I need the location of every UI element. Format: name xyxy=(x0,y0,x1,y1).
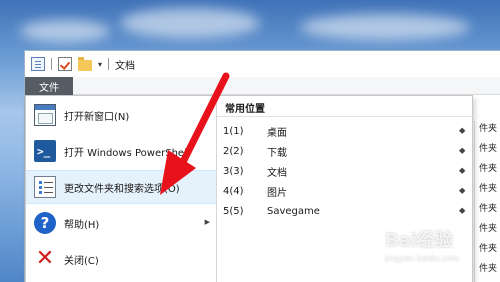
access-key: 3(3) xyxy=(223,165,244,177)
menu-item-label: 帮助(H) xyxy=(64,219,100,231)
folder-icon[interactable] xyxy=(78,56,92,71)
properties-icon[interactable] xyxy=(31,57,45,71)
place-name: 图片 xyxy=(267,187,287,199)
list-item: 件夹 xyxy=(479,164,498,174)
access-key: 2(2) xyxy=(223,145,244,157)
close-item[interactable]: ✕ 关闭(C) xyxy=(26,242,216,276)
ribbon-strip xyxy=(73,77,500,95)
window-title: 文档 xyxy=(115,60,136,72)
menu-item-label: 打开 Windows PowerShell xyxy=(64,147,190,159)
open-new-window-item[interactable]: 打开新窗口(N) ▶ xyxy=(26,98,216,132)
place-name: Savegame xyxy=(267,205,320,217)
watermark-url: jingyan.baidu.com xyxy=(385,254,459,263)
open-powershell-item[interactable]: >_ 打开 Windows PowerShell xyxy=(26,134,216,168)
title-separator xyxy=(51,58,52,70)
help-icon: ? xyxy=(34,212,56,234)
list-item: 件夹 xyxy=(479,124,498,134)
frequent-place-desktop[interactable]: 1(1) 桌面 ▪ xyxy=(223,122,469,140)
pin-icon[interactable]: ▪ xyxy=(455,184,469,198)
dropdown-caret-icon[interactable]: ▾ xyxy=(98,60,102,69)
menu-item-label: 更改文件夹和搜索选项(O) xyxy=(64,183,180,195)
menu-item-label: 打开新窗口(N) xyxy=(64,111,130,123)
new-window-icon xyxy=(34,104,56,126)
watermark-text: Bai经验 xyxy=(385,230,454,251)
frequent-place-downloads[interactable]: 2(2) 下载 ▪ xyxy=(223,142,469,160)
folder-options-item[interactable]: 更改文件夹和搜索选项(O) xyxy=(26,170,216,204)
list-item: 件夹 xyxy=(479,144,498,154)
file-menu-commands: 打开新窗口(N) ▶ >_ 打开 Windows PowerShell 更改文件… xyxy=(26,96,216,282)
frequent-places-heading: 常用位置 xyxy=(225,104,265,115)
access-key: 1(1) xyxy=(223,125,244,137)
list-item: 件夹 xyxy=(479,204,498,214)
pin-icon[interactable]: ▪ xyxy=(455,144,469,158)
title-separator xyxy=(108,58,110,70)
list-item: 件夹 xyxy=(479,184,498,194)
file-tab[interactable]: 文件 xyxy=(25,77,73,95)
divider xyxy=(217,116,473,117)
pin-icon[interactable]: ▪ xyxy=(455,204,469,218)
menu-item-label: 关闭(C) xyxy=(64,255,99,267)
place-name: 文档 xyxy=(267,167,287,179)
frequent-place-pictures[interactable]: 4(4) 图片 ▪ xyxy=(223,182,469,200)
pin-icon[interactable]: ▪ xyxy=(455,164,469,178)
pin-icon[interactable]: ▪ xyxy=(455,124,469,138)
submenu-arrow-icon: ▶ xyxy=(204,218,210,226)
submenu-arrow-icon: ▶ xyxy=(204,110,210,118)
check-icon[interactable] xyxy=(58,57,72,71)
frequent-place-savegame[interactable]: 5(5) Savegame ▪ xyxy=(223,202,469,220)
folder-options-icon xyxy=(34,176,56,198)
powershell-icon: >_ xyxy=(34,140,56,162)
help-item[interactable]: ? 帮助(H) ▶ xyxy=(26,206,216,240)
baidu-watermark: Bai经验 jingyan.baidu.com xyxy=(385,226,497,276)
access-key: 4(4) xyxy=(223,185,244,197)
place-name: 桌面 xyxy=(267,127,287,139)
access-key: 5(5) xyxy=(223,205,244,217)
title-bar: ▾ 文档 xyxy=(25,51,500,77)
place-name: 下载 xyxy=(267,147,287,159)
frequent-place-documents[interactable]: 3(3) 文档 ▪ xyxy=(223,162,469,180)
close-icon: ✕ xyxy=(35,246,55,271)
